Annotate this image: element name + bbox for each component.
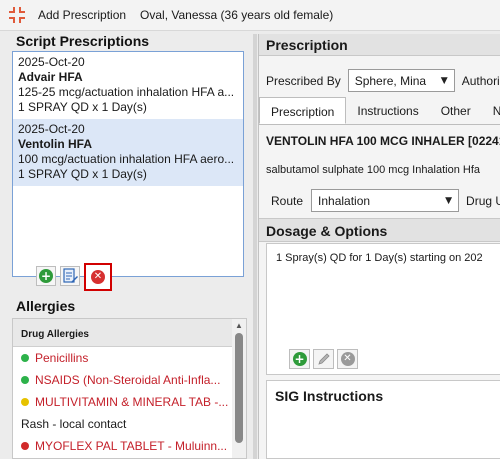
allergy-status-icon <box>21 354 29 362</box>
drug-allergies-column-header: Drug Allergies <box>13 319 246 347</box>
prescribed-by-label: Prescribed By <box>266 73 341 88</box>
rx-name: Advair HFA <box>18 70 83 84</box>
list-item[interactable]: Rash - local contact <box>13 413 246 435</box>
edit-prescription-button[interactable] <box>60 266 80 286</box>
tab-other[interactable]: Other <box>430 97 482 124</box>
route-label: Route <box>271 193 304 208</box>
prescribed-by-select[interactable]: Sphere, Mina ▼ <box>347 69 455 92</box>
plus-circle-icon: + <box>292 352 307 366</box>
title-bar: Add Prescription Oval, Vanessa (36 years… <box>0 0 500 31</box>
drug-description: salbutamol sulphate 100 mcg Inhalation H… <box>266 164 481 176</box>
allergy-name: Penicillins <box>35 351 89 365</box>
tab-prescription[interactable]: Prescription <box>259 97 347 124</box>
pencil-icon <box>317 353 330 365</box>
scroll-up-arrow-icon[interactable]: ▲ <box>232 319 246 333</box>
rx-dose: 1 SPRAY QD x 1 Day(s) <box>18 100 147 114</box>
drug-title: VENTOLIN HFA 100 MCG INHALER [02241 <box>266 134 500 148</box>
allergy-name: MULTIVITAMIN & MINERAL TAB -... <box>35 395 229 409</box>
prescription-heading: Prescription <box>259 34 500 56</box>
x-circle-icon: ✕ <box>340 352 355 366</box>
app-icon <box>9 7 25 23</box>
route-value: Inhalation <box>318 193 371 208</box>
tab-instructions[interactable]: Instructions <box>346 97 429 124</box>
panel-splitter[interactable] <box>253 34 257 459</box>
allergy-status-icon <box>21 376 29 384</box>
plus-circle-icon: + <box>39 269 53 283</box>
add-prescription-button[interactable]: + <box>36 266 56 286</box>
edit-dosage-button[interactable] <box>313 349 334 369</box>
chevron-down-icon: ▼ <box>445 195 453 206</box>
prescription-tabs: Prescription Instructions Other N <box>259 97 500 125</box>
delete-prescription-button[interactable]: ✕ <box>84 263 112 291</box>
list-item[interactable]: Penicillins <box>13 347 246 369</box>
delete-dosage-button[interactable]: ✕ <box>337 349 358 369</box>
list-item[interactable]: 2025-Oct-20 Advair HFA 125-25 mcg/actuat… <box>13 52 243 119</box>
allergy-name: NSAIDS (Non-Steroidal Anti-Infla... <box>35 373 221 387</box>
add-dosage-button[interactable]: + <box>289 349 310 369</box>
window-title: Add Prescription <box>38 8 127 22</box>
list-item[interactable]: NSAIDS (Non-Steroidal Anti-Infla... <box>13 369 246 391</box>
script-prescriptions-heading: Script Prescriptions <box>16 33 150 49</box>
prescribed-by-value: Sphere, Mina <box>354 73 427 88</box>
allergy-status-icon <box>21 442 29 450</box>
drug-unit-label: Drug U <box>466 193 500 208</box>
rx-date: 2025-Oct-20 <box>18 55 85 69</box>
rx-date: 2025-Oct-20 <box>18 122 85 136</box>
allergy-status-icon <box>21 398 29 406</box>
tab-more[interactable]: N <box>482 97 500 124</box>
allergy-name: MYOFLEX PAL TABLET - Muluinn... <box>35 439 228 453</box>
scroll-thumb[interactable] <box>235 333 243 443</box>
prescription-panel: Prescription Prescribed By Sphere, Mina … <box>258 34 500 459</box>
sig-instructions-panel: SIG Instructions <box>266 380 500 459</box>
dosage-options-heading: Dosage & Options <box>259 218 500 242</box>
edit-note-icon <box>63 268 78 283</box>
dosage-action-buttons: + ✕ <box>289 349 358 369</box>
sig-instructions-heading: SIG Instructions <box>275 388 384 404</box>
script-prescriptions-list[interactable]: 2025-Oct-20 Advair HFA 125-25 mcg/actuat… <box>12 51 244 277</box>
rx-detail: 100 mcg/actuation inhalation HFA aero... <box>18 152 235 166</box>
allergies-heading: Allergies <box>16 298 76 314</box>
chevron-down-icon: ▼ <box>440 75 448 86</box>
list-item[interactable]: MULTIVITAMIN & MINERAL TAB -... <box>13 391 246 413</box>
route-row: Route Inhalation ▼ Drug U <box>271 189 500 212</box>
rx-name: Ventolin HFA <box>18 137 93 151</box>
prescribed-by-row: Prescribed By Sphere, Mina ▼ Authori <box>266 69 500 92</box>
list-item[interactable]: MYOFLEX PAL TABLET - Muluinn... <box>13 435 246 457</box>
rx-dose: 1 SPRAY QD x 1 Day(s) <box>18 167 147 181</box>
patient-info: Oval, Vanessa (36 years old female) <box>140 8 334 22</box>
x-circle-icon: ✕ <box>91 270 105 284</box>
allergy-reaction: Rash - local contact <box>21 417 127 431</box>
dosage-item[interactable]: 1 Spray(s) QD for 1 Day(s) starting on 2… <box>267 244 500 264</box>
route-select[interactable]: Inhalation ▼ <box>311 189 460 212</box>
list-item-selected[interactable]: 2025-Oct-20 Ventolin HFA 100 mcg/actuati… <box>13 119 243 186</box>
allergies-list[interactable]: Drug Allergies Penicillins NSAIDS (Non-S… <box>12 318 247 459</box>
rx-detail: 125-25 mcg/actuation inhalation HFA a... <box>18 85 235 99</box>
authority-label: Authori <box>461 73 500 88</box>
script-action-buttons: + ✕ <box>36 263 112 291</box>
allergies-scrollbar[interactable]: ▲ <box>232 319 246 458</box>
